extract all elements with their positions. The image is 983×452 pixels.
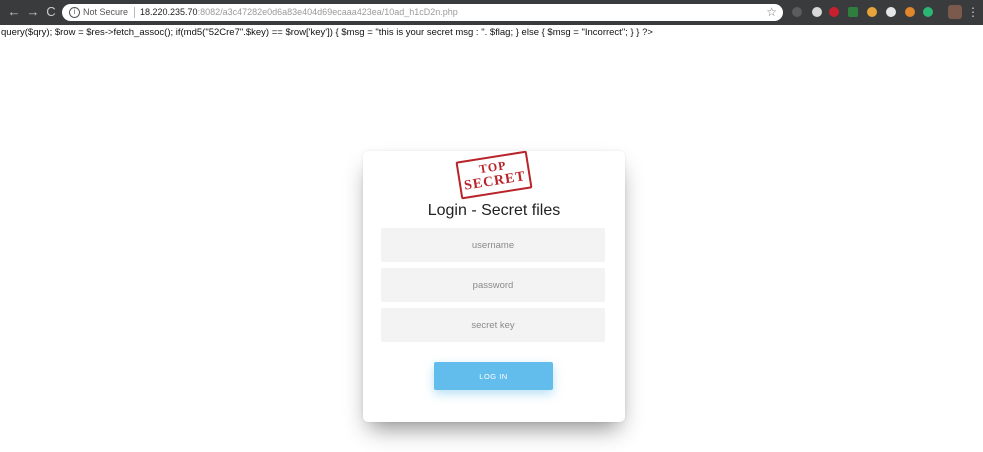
password-input[interactable] bbox=[381, 268, 605, 302]
profile-avatar[interactable] bbox=[948, 5, 962, 19]
php-source-text: query($qry); $row = $res->fetch_assoc();… bbox=[1, 27, 653, 38]
bookmark-star-icon[interactable]: ☆ bbox=[766, 5, 777, 20]
forward-icon[interactable]: → bbox=[25, 4, 41, 20]
secret-key-input[interactable] bbox=[381, 308, 605, 342]
info-icon[interactable]: i bbox=[69, 7, 80, 18]
username-input[interactable] bbox=[381, 228, 605, 262]
extension-icon[interactable] bbox=[848, 7, 858, 17]
url-text[interactable]: 18.220.235.70:8082/a3c47282e0d6a83e404d6… bbox=[140, 6, 458, 19]
address-divider bbox=[134, 7, 135, 18]
security-label[interactable]: Not Secure bbox=[83, 6, 128, 19]
browser-toolbar: ← → C i Not Secure 18.220.235.70:8082/a3… bbox=[0, 0, 983, 25]
login-title: Login - Secret files bbox=[427, 202, 561, 219]
address-bar[interactable]: i Not Secure 18.220.235.70:8082/a3c47282… bbox=[62, 4, 783, 21]
browser-menu-icon[interactable]: ⋮ bbox=[967, 5, 979, 20]
extension-icon[interactable] bbox=[812, 7, 822, 17]
back-icon[interactable]: ← bbox=[6, 4, 22, 20]
login-button[interactable]: LOG IN bbox=[434, 362, 553, 390]
extension-icon[interactable] bbox=[886, 7, 896, 17]
extension-icon[interactable] bbox=[905, 7, 915, 17]
extension-icon[interactable] bbox=[923, 7, 933, 17]
extension-icon[interactable] bbox=[829, 7, 839, 17]
extension-icon[interactable] bbox=[792, 7, 802, 17]
url-host: 18.220.235.70 bbox=[140, 7, 198, 17]
extension-icon[interactable] bbox=[867, 7, 877, 17]
login-card: TOP SECRET Login - Secret files LOG IN bbox=[363, 150, 625, 422]
reload-icon[interactable]: C bbox=[43, 4, 59, 20]
url-path: :8082/a3c47282e0d6a83e404d69ecaaa423ea/1… bbox=[197, 7, 458, 17]
top-secret-stamp: TOP SECRET bbox=[455, 150, 533, 200]
